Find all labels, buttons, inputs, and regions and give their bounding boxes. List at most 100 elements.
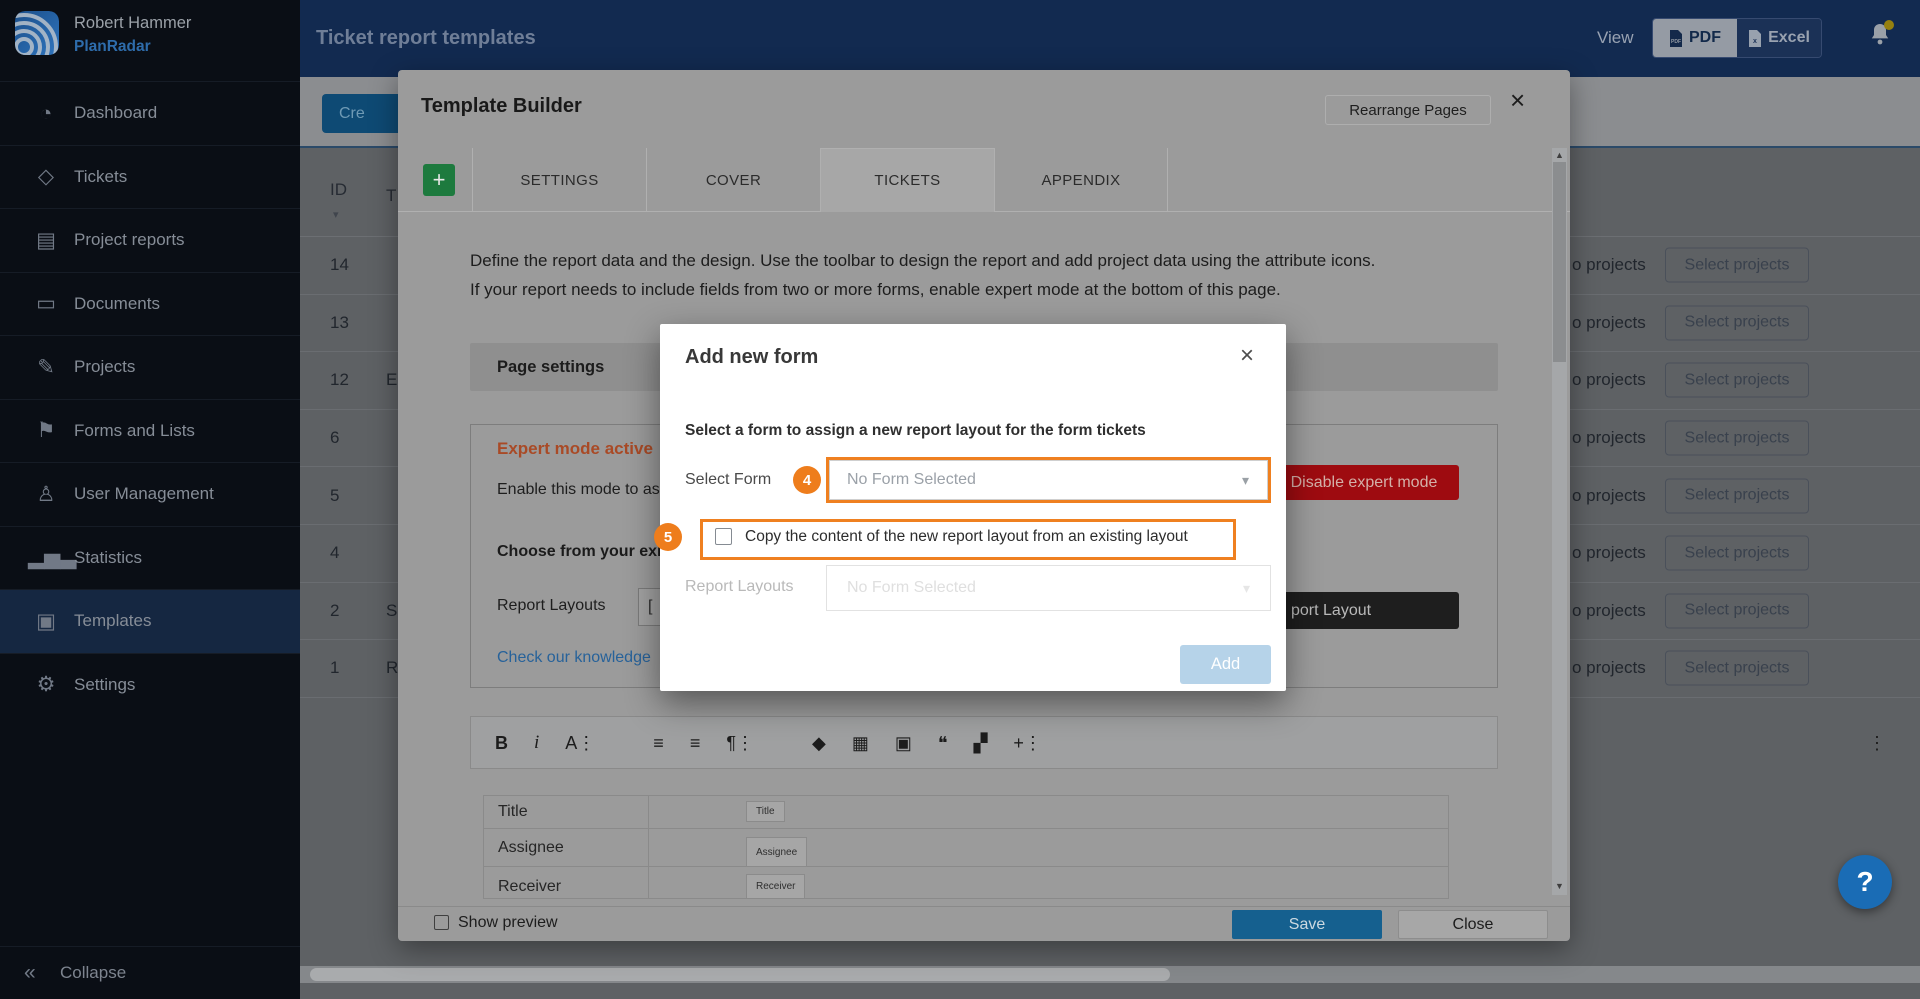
- toolbar-icon[interactable]: ≡: [690, 734, 701, 752]
- sidebar-item-icon: ⚑: [28, 420, 64, 441]
- pdf-file-icon: PDF: [1669, 30, 1683, 47]
- row-id-cell: 6: [330, 428, 339, 448]
- row-id-cell: 4: [330, 543, 339, 563]
- avatar: [15, 11, 59, 55]
- scroll-down-icon[interactable]: ▼: [1555, 881, 1564, 891]
- close-button[interactable]: Close: [1398, 910, 1548, 939]
- knowledge-base-link-partial[interactable]: Check our knowledge: [497, 649, 651, 667]
- sidebar-item-label: Dashboard: [74, 103, 157, 123]
- select-projects-button[interactable]: Select projects: [1665, 363, 1809, 398]
- sidebar-item[interactable]: ◇ Tickets: [0, 145, 300, 209]
- row-id-cell: 13: [330, 313, 349, 333]
- sidebar-item-label: Documents: [74, 294, 160, 314]
- toolbar-overflow-icon[interactable]: ⋮: [1868, 733, 1886, 754]
- sidebar-item-icon: ▤: [28, 230, 64, 251]
- sidebar-collapse[interactable]: « Collapse: [0, 946, 300, 999]
- dialog-close-icon[interactable]: ×: [1240, 342, 1254, 370]
- sidebar-item[interactable]: ▭ Documents: [0, 272, 300, 336]
- collapse-chevrons-icon: «: [24, 961, 36, 985]
- sidebar-item[interactable]: ▣ Templates: [0, 589, 300, 653]
- sidebar-item-icon: ✎: [28, 357, 64, 378]
- user-name: Robert Hammer: [74, 14, 191, 33]
- attribute-row: Receiver: [484, 867, 1448, 899]
- pdf-toggle-button[interactable]: PDF PDF: [1653, 19, 1737, 57]
- add-new-form-dialog: Add new form × Select a form to assign a…: [660, 324, 1286, 691]
- modal-tab[interactable]: APPENDIX: [994, 148, 1168, 212]
- sidebar-item[interactable]: ◔ Dashboard: [0, 81, 300, 145]
- toolbar-icon[interactable]: ¶⋮: [726, 734, 754, 752]
- sidebar-item-label: Project reports: [74, 230, 185, 250]
- toolbar-icon[interactable]: i: [534, 733, 539, 752]
- attribute-row: Assignee: [484, 829, 1448, 867]
- rearrange-pages-button[interactable]: Rearrange Pages: [1325, 95, 1491, 125]
- add-form-button[interactable]: Add: [1180, 645, 1271, 684]
- planradar-app: Robert Hammer PlanRadar ◔ Dashboard ◇ Ti…: [0, 0, 1920, 999]
- report-layouts-disabled-label: Report Layouts: [685, 578, 794, 596]
- select-projects-button[interactable]: Select projects: [1665, 305, 1809, 340]
- toolbar-icon[interactable]: ▦: [852, 734, 869, 752]
- toolbar-icon[interactable]: A⋮: [565, 734, 595, 752]
- sidebar-item-label: Statistics: [74, 548, 142, 568]
- row-projects-cell-partial: o projects: [1572, 486, 1646, 506]
- user-account[interactable]: Robert Hammer PlanRadar: [0, 0, 300, 81]
- toolbar-icon[interactable]: ❝: [938, 734, 948, 752]
- disable-expert-mode-button[interactable]: Disable expert mode: [1269, 465, 1459, 500]
- save-button[interactable]: Save: [1232, 910, 1382, 939]
- modal-tabs-bar: + SETTINGS COVER TICKETS APPENDIX: [398, 148, 1570, 212]
- excel-toggle-button[interactable]: x Excel: [1737, 19, 1821, 57]
- modal-tab[interactable]: COVER: [646, 148, 820, 212]
- excel-file-icon: x: [1748, 30, 1762, 47]
- sidebar-item-icon: ◇: [28, 166, 64, 187]
- select-projects-button[interactable]: Select projects: [1665, 248, 1809, 283]
- copy-layout-checkbox[interactable]: [715, 528, 732, 545]
- row-title-cell-partial: E: [386, 370, 397, 390]
- toolbar-icon[interactable]: +⋮: [1013, 734, 1042, 752]
- toolbar-icon[interactable]: B: [495, 734, 508, 752]
- sidebar-item-icon: ♙: [28, 484, 64, 505]
- dropdown-caret-icon: ▾: [1243, 580, 1250, 597]
- sidebar-item[interactable]: ⚑ Forms and Lists: [0, 399, 300, 463]
- select-form-label: Select Form: [685, 471, 771, 489]
- select-projects-button[interactable]: Select projects: [1665, 421, 1809, 456]
- horizontal-scrollbar-thumb[interactable]: [310, 968, 1170, 981]
- row-title-cell-partial: R: [386, 658, 398, 678]
- toolbar-icon[interactable]: ▞: [974, 734, 988, 752]
- select-projects-button[interactable]: Select projects: [1665, 478, 1809, 513]
- scroll-up-icon[interactable]: ▲: [1555, 150, 1564, 160]
- sidebar-item[interactable]: ⚙ Settings: [0, 653, 300, 717]
- sidebar-item[interactable]: ♙ User Management: [0, 462, 300, 526]
- sidebar-item-icon: ⚙: [28, 674, 64, 695]
- report-layouts-label: Report Layouts: [497, 597, 606, 615]
- modal-close-icon[interactable]: ×: [1510, 85, 1525, 116]
- sidebar-item[interactable]: ▂▅▃ Statistics: [0, 526, 300, 590]
- select-projects-button[interactable]: Select projects: [1665, 536, 1809, 571]
- modal-tabs: SETTINGS COVER TICKETS APPENDIX: [472, 148, 1168, 212]
- select-projects-button[interactable]: Select projects: [1665, 593, 1809, 628]
- page-settings-label: Page settings: [497, 358, 604, 377]
- show-preview-checkbox[interactable]: [434, 915, 449, 930]
- svg-text:x: x: [1753, 38, 1757, 45]
- toolbar-icon[interactable]: ◆: [812, 734, 826, 752]
- view-label: View: [1597, 28, 1634, 48]
- select-form-dropdown[interactable]: No Form Selected ▾: [826, 457, 1271, 503]
- sidebar-item-label: Forms and Lists: [74, 421, 195, 441]
- sort-descending-icon[interactable]: ▾: [333, 208, 339, 221]
- collapse-label: Collapse: [60, 963, 126, 983]
- toolbar-icon[interactable]: ▣: [895, 734, 912, 752]
- id-column-header[interactable]: ID: [330, 180, 347, 200]
- select-projects-button[interactable]: Select projects: [1665, 651, 1809, 686]
- attribute-chip[interactable]: Assignee: [746, 837, 807, 867]
- sidebar-item[interactable]: ▤ Project reports: [0, 208, 300, 272]
- modal-tab[interactable]: TICKETS: [820, 148, 994, 212]
- sidebar-item[interactable]: ✎ Projects: [0, 335, 300, 399]
- help-button[interactable]: ?: [1838, 855, 1892, 909]
- vertical-scrollbar-thumb[interactable]: [1553, 162, 1566, 362]
- title-column-header-partial: T: [386, 186, 396, 206]
- modal-tab[interactable]: SETTINGS: [472, 148, 646, 212]
- report-attributes-table: Title Assignee Receiver Title Assignee R…: [483, 795, 1449, 899]
- attribute-chip[interactable]: Receiver: [746, 874, 805, 899]
- create-template-button[interactable]: Cre: [322, 94, 402, 133]
- attribute-chip[interactable]: Title: [746, 801, 785, 822]
- toolbar-icon[interactable]: ≡: [653, 734, 664, 752]
- add-form-tab-button[interactable]: +: [423, 164, 455, 196]
